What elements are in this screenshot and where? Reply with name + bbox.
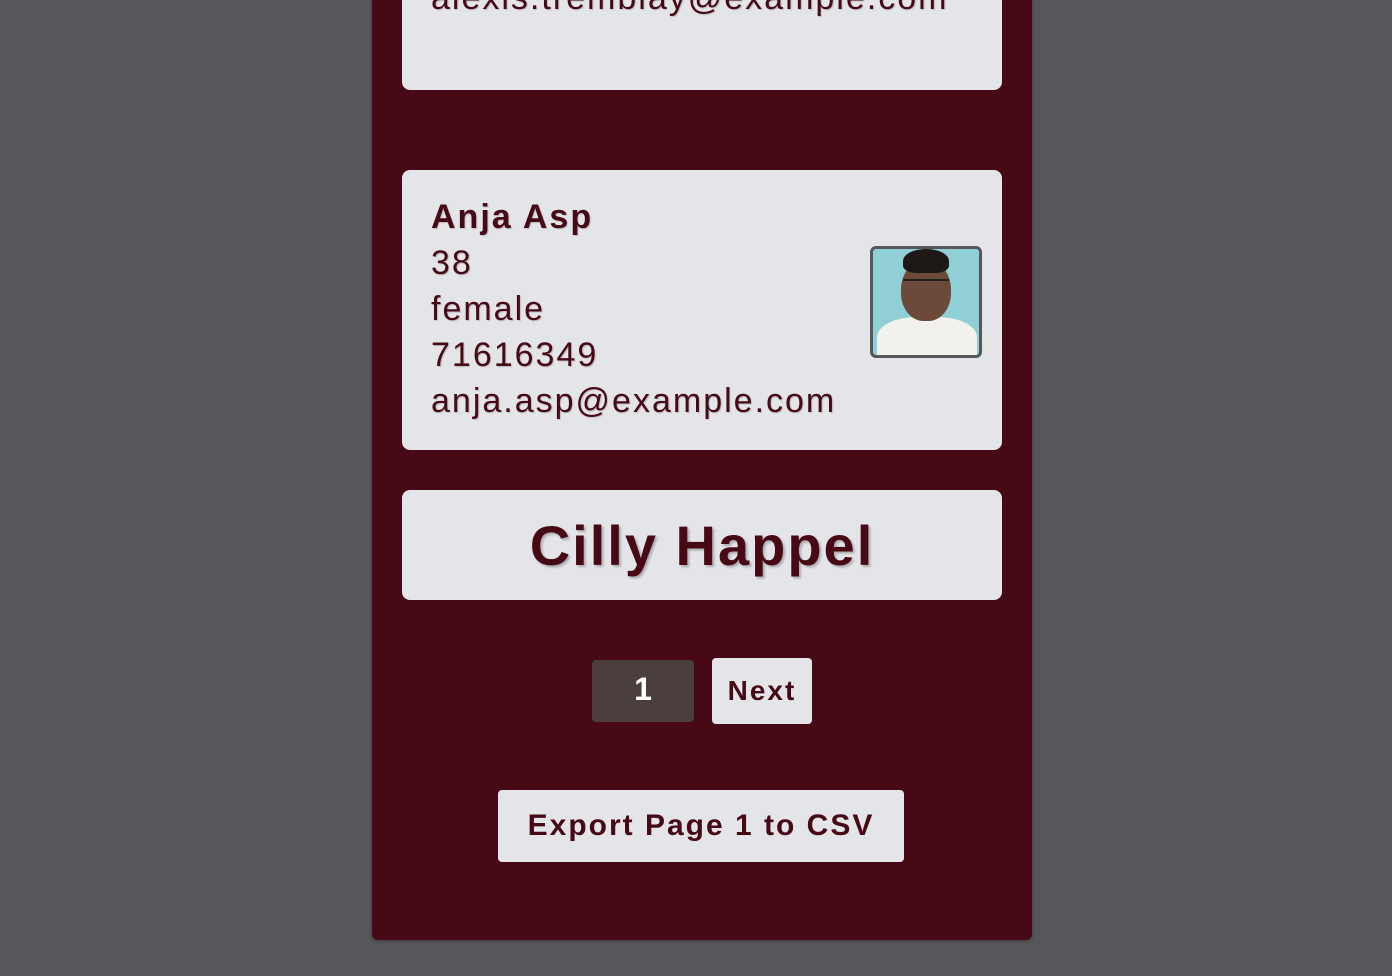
user-email: anja.asp@example.com [431,382,837,420]
user-email: alexis.tremblay@example.com [431,0,951,16]
export-csv-button[interactable]: Export Page 1 to CSV [498,790,904,862]
user-avatar [870,246,982,358]
user-list-panel: 227-985-2279 alexis.tremblay@example.com… [372,0,1032,940]
user-card[interactable]: Anja Asp 38 female 71616349 anja.asp@exa… [402,170,1002,450]
current-page-indicator: 1 [592,660,694,722]
user-name: Cilly Happel [529,513,875,577]
avatar-hair [903,249,949,273]
user-details: 227-985-2279 alexis.tremblay@example.com [431,0,951,16]
user-name: Anja Asp [431,198,594,236]
page: 227-985-2279 alexis.tremblay@example.com… [0,0,1392,976]
next-page-button[interactable]: Next [712,658,812,724]
avatar-glasses [903,279,949,293]
user-card[interactable]: 227-985-2279 alexis.tremblay@example.com [402,0,1002,90]
user-card-collapsed[interactable]: Cilly Happel [402,490,1002,600]
avatar-shirt [877,317,977,355]
